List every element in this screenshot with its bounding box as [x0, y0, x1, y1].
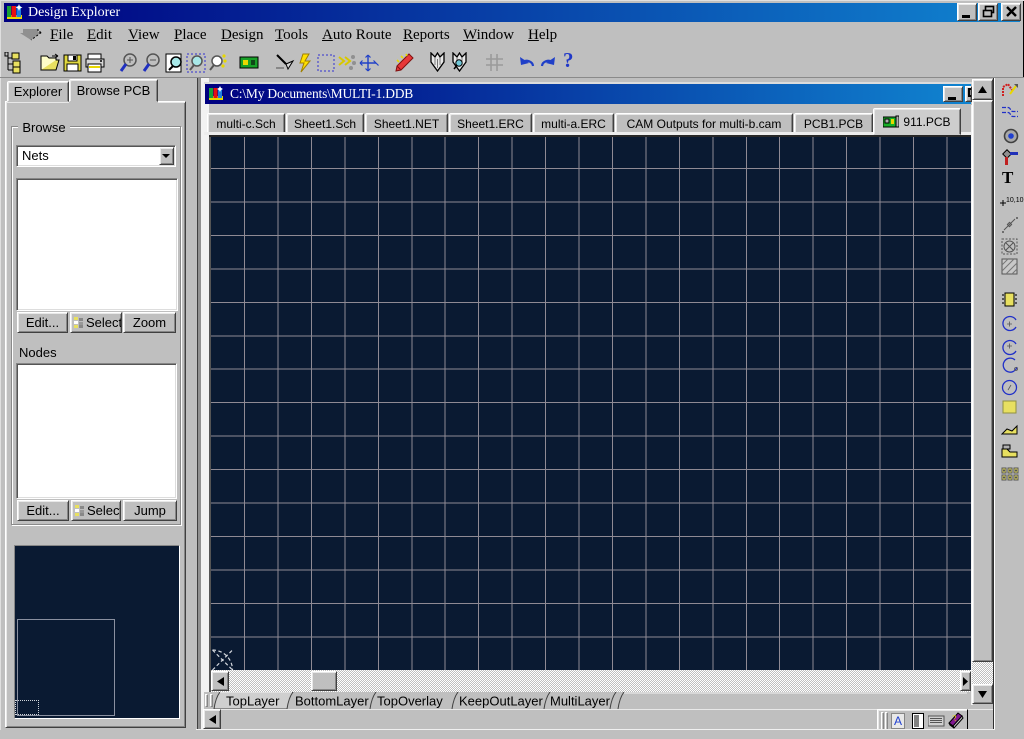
svg-text:KeepOutLayer: KeepOutLayer — [459, 694, 544, 709]
svg-text:BottomLayer: BottomLayer — [295, 694, 369, 709]
svg-text:TopLayer: TopLayer — [226, 694, 280, 709]
svg-text:TopOverlay: TopOverlay — [377, 694, 443, 709]
svg-text:10,10: 10,10 — [1006, 197, 1024, 204]
svg-text:MultiLayer: MultiLayer — [550, 694, 611, 709]
